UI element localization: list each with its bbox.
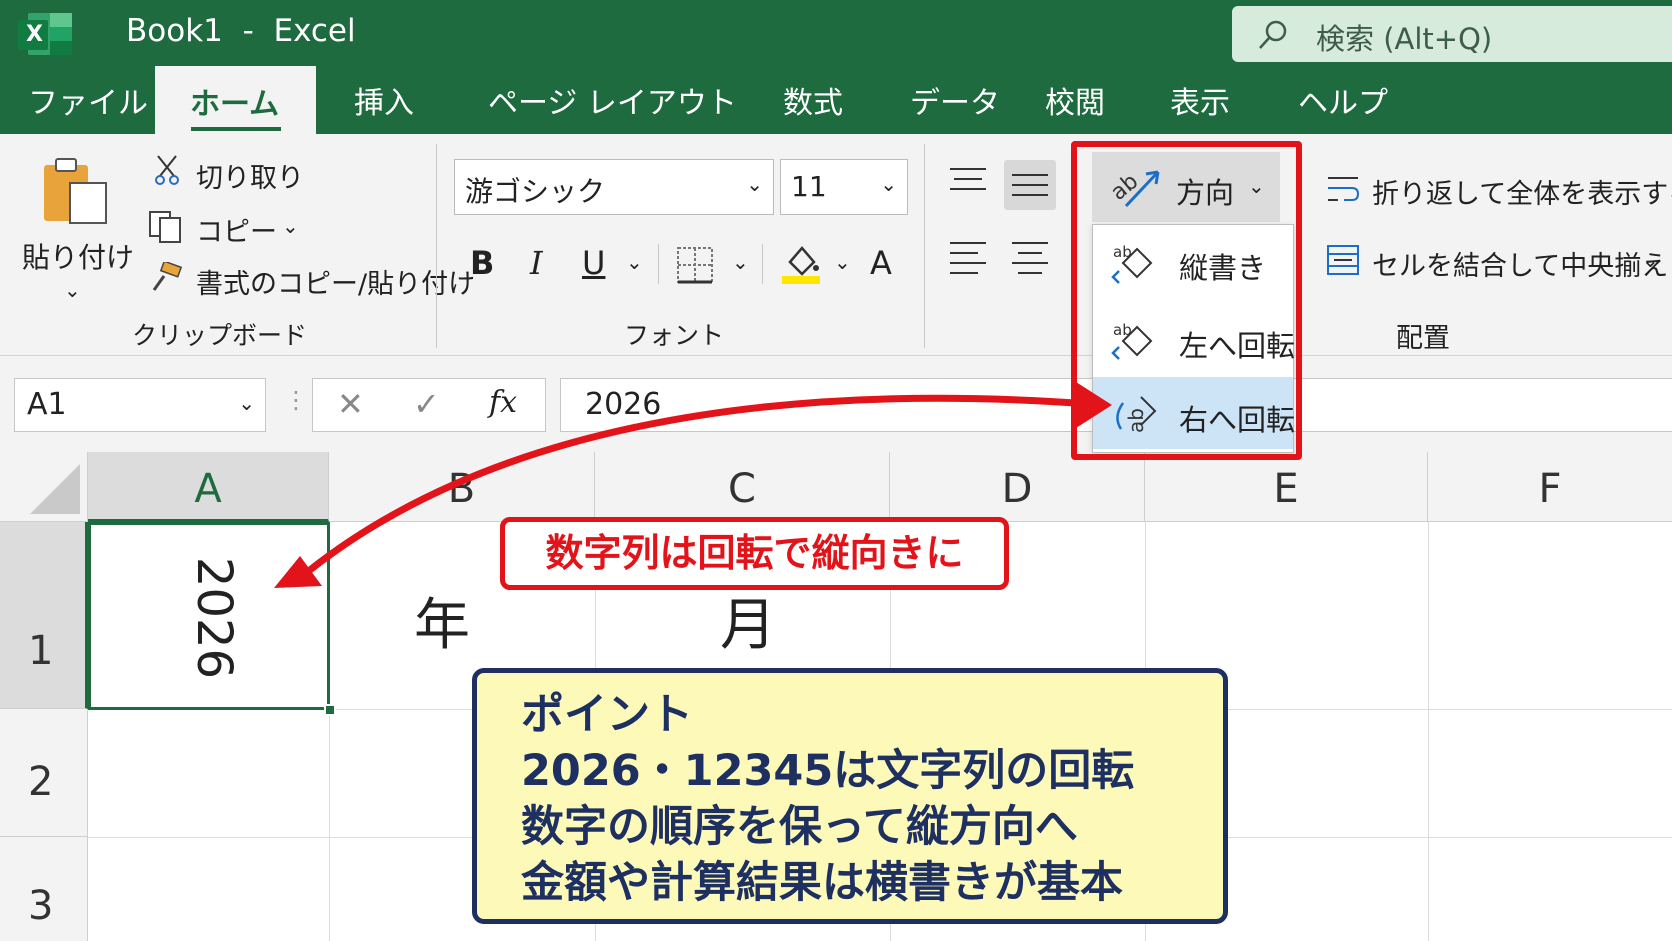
point-line: 数字の順序を保って縦方向へ [521, 802, 1078, 852]
point-title: ポイント [521, 690, 693, 740]
point-note: ポイント 2026・12345は文字列の回転 数字の順序を保って縦方向へ 金額や… [472, 668, 1228, 924]
point-line: 2026・12345は文字列の回転 [521, 746, 1135, 796]
callout-label: 数字列は回転で縦向きに [500, 517, 1009, 590]
point-line: 金額や計算結果は横書きが基本 [521, 858, 1123, 908]
